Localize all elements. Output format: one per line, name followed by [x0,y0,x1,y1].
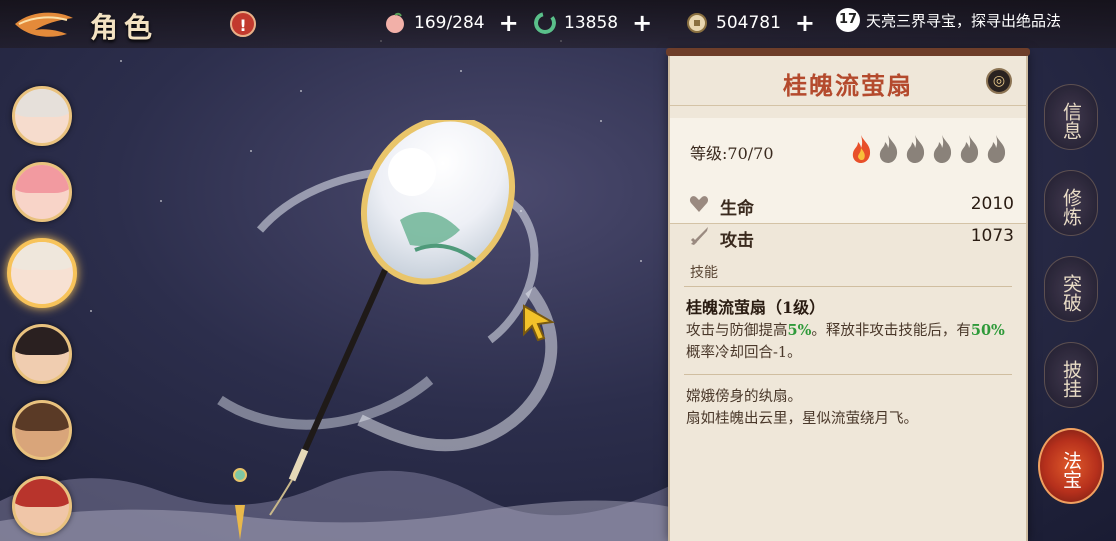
skill-name: 桂魄流萤扇（1级） [686,298,826,317]
skill-desc-highlight: 50% [970,322,1005,339]
flame-inactive-icon [987,135,1006,163]
stat-value: 2010 [970,194,1014,214]
stat-row-attack: 攻击 1073 [670,220,1026,252]
nav-tab-2[interactable]: 修炼 [1044,170,1098,236]
coins-resource: 504781 + [686,8,815,38]
skill-desc-highlight: 5% [787,322,812,339]
character-avatar-5[interactable] [12,400,72,460]
nav-tab-5[interactable]: 法宝 [1038,428,1104,504]
character-avatar-2[interactable] [12,162,72,222]
lore-line: 嫦娥傍身的纨扇。 [686,389,802,405]
spirit-resource: 13858 + [534,8,652,38]
item-name: 桂魄流萤扇 [783,71,913,100]
star [460,70,462,72]
character-list [7,86,77,541]
skill-desc-text: 攻击与防御提高 [686,323,788,339]
nav-tab-1[interactable]: 信息 [1044,84,1098,150]
character-avatar-3[interactable] [7,238,77,308]
star [160,200,162,202]
divider [684,374,1012,375]
page-title: 角色 [90,11,159,44]
item-detail-icon[interactable]: ◎ [986,68,1012,94]
skill-description: 攻击与防御提高5%。释放非攻击技能后，有50% 概率冷却回合-1。 [686,320,1016,364]
add-spirit-button[interactable]: + [632,9,652,37]
stat-label: 攻击 [720,231,754,251]
stats-list: 生命 2010 攻击 1073 [670,188,1026,252]
quest-tracker[interactable]: 17 天亮三界寻宝，探寻出绝品法 [836,8,1061,32]
feather-back-icon [15,12,73,37]
skill-desc-text: 。释放非攻击技能后，有 [811,323,971,339]
panel-header: 桂魄流萤扇 ◎ [670,58,1026,106]
side-nav: 信息修炼突破披挂法宝 [1038,84,1106,524]
flame-inactive-icon [906,135,925,163]
stat-label: 生命 [720,199,754,219]
character-avatar-1[interactable] [12,86,72,146]
avatar-hair [11,242,73,270]
nav-tab-3[interactable]: 突破 [1044,256,1098,322]
pointer-cursor-icon [523,304,556,342]
stamina-value: 169/284 [414,13,485,33]
flame-active-icon [852,135,871,163]
coin-icon [687,13,707,33]
star [90,310,92,312]
back-button[interactable] [8,6,78,42]
flame-inactive-icon [879,135,898,163]
stamina-resource: 169/284 + [384,8,519,38]
top-bar: 角色 ! 169/284 + 13858 + 504781 + 17 天亮三界寻… [0,0,1116,48]
flame-inactive-icon [933,135,952,163]
spirit-value: 13858 [564,13,619,33]
peach-icon [386,12,404,33]
character-avatar-4[interactable] [12,324,72,384]
skill-desc-text: 概率冷却回合-1。 [686,345,802,361]
quest-badge: 17 [836,8,860,32]
add-stamina-button[interactable]: + [499,9,519,37]
star [120,60,122,62]
quest-text: 天亮三界寻宝，探寻出绝品法 [866,11,1062,30]
fan-artwork [217,120,558,540]
sword-icon [690,227,708,245]
stat-value: 1073 [970,226,1014,246]
swirl-icon [534,12,556,34]
alert-button[interactable]: ! [230,11,256,37]
avatar-hair [15,403,69,431]
add-coins-button[interactable]: + [795,9,815,37]
stat-row-hp: 生命 2010 [670,188,1026,220]
heart-icon [689,196,709,212]
coins-value: 504781 [716,13,781,33]
lore-line: 扇如桂魄出云里，星似流萤绕月飞。 [686,411,918,427]
avatar-hair [15,165,69,193]
avatar-hair [15,89,69,117]
nav-tab-4[interactable]: 披挂 [1044,342,1098,408]
avatar-hair [15,479,69,507]
star-flames [850,134,1008,164]
star [640,260,642,262]
flame-inactive-icon [960,135,979,163]
item-info-panel: 桂魄流萤扇 ◎ 等级:70/70 生命 2010 攻击 1073 技能 桂魄流萤… [666,48,1030,541]
avatar-hair [15,327,69,355]
lore-text: 嫦娥傍身的纨扇。 扇如桂魄出云里，星似流萤绕月飞。 [686,386,1016,430]
divider [684,286,1012,287]
level-label: 等级:70/70 [690,144,774,163]
panel-top-border [666,48,1030,56]
character-avatar-6[interactable] [12,476,72,536]
star [300,90,302,92]
skill-section-label: 技能 [690,265,718,281]
